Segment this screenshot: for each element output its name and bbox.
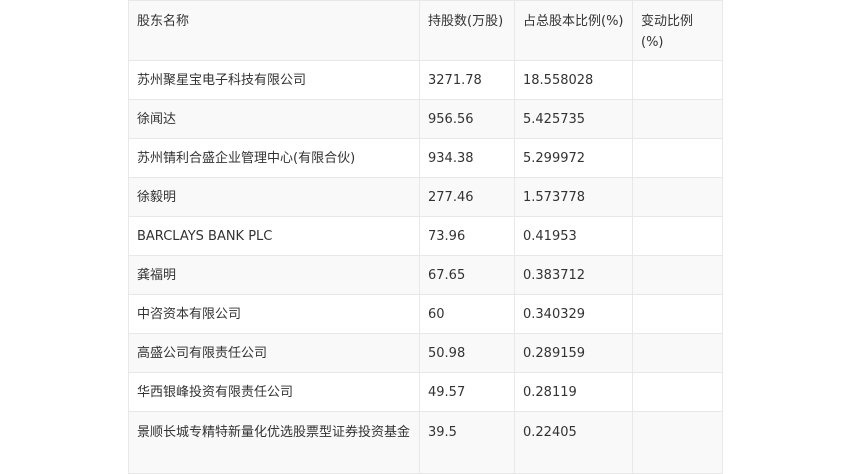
cell-shares-held: 277.46 [419,177,515,217]
cell-share-ratio: 5.299972 [514,138,633,178]
cell-shareholder-name: 徐闻达 [128,99,420,139]
cell-share-ratio: 0.289159 [514,333,633,373]
cell-change-ratio [632,216,723,256]
cell-shares-held: 3271.78 [419,60,515,100]
cell-shareholder-name: 景顺长城专精特新量化优选股票型证券投资基金 [128,411,420,474]
cell-change-ratio [632,138,723,178]
cell-shareholder-name: 龚福明 [128,255,420,295]
table-row: 徐闻达 956.56 5.425735 [128,99,723,139]
cell-shares-held: 50.98 [419,333,515,373]
header-shares-held: 持股数(万股) [419,0,515,61]
table-row: 高盛公司有限责任公司 50.98 0.289159 [128,333,723,373]
table-row: 龚福明 67.65 0.383712 [128,255,723,295]
table-row: 苏州锖利合盛企业管理中心(有限合伙) 934.38 5.299972 [128,138,723,178]
cell-shareholder-name: 中咨资本有限公司 [128,294,420,334]
cell-shareholder-name: 高盛公司有限责任公司 [128,333,420,373]
cell-change-ratio [632,177,723,217]
cell-shareholder-name: 徐毅明 [128,177,420,217]
cell-shares-held: 73.96 [419,216,515,256]
table-row: 苏州聚星宝电子科技有限公司 3271.78 18.558028 [128,60,723,100]
table-row: BARCLAYS BANK PLC 73.96 0.41953 [128,216,723,256]
cell-change-ratio [632,294,723,334]
cell-shareholder-name: 苏州聚星宝电子科技有限公司 [128,60,420,100]
cell-change-ratio [632,372,723,412]
cell-shares-held: 934.38 [419,138,515,178]
cell-share-ratio: 0.383712 [514,255,633,295]
header-share-ratio: 占总股本比例(%) [514,0,633,61]
cell-shares-held: 49.57 [419,372,515,412]
cell-change-ratio [632,60,723,100]
table-row: 徐毅明 277.46 1.573778 [128,177,723,217]
table-header-row: 股东名称 持股数(万股) 占总股本比例(%) 变动比例(%) [128,0,723,61]
table-row: 华西银峰投资有限责任公司 49.57 0.28119 [128,372,723,412]
header-change-ratio: 变动比例(%) [632,0,723,61]
cell-shares-held: 67.65 [419,255,515,295]
cell-share-ratio: 0.22405 [514,411,633,474]
cell-shareholder-name: 华西银峰投资有限责任公司 [128,372,420,412]
cell-change-ratio [632,99,723,139]
shareholder-table-container: 股东名称 持股数(万股) 占总股本比例(%) 变动比例(%) 苏州聚星宝电子科技… [128,0,723,474]
shareholder-table: 股东名称 持股数(万股) 占总股本比例(%) 变动比例(%) 苏州聚星宝电子科技… [128,0,723,474]
cell-shares-held: 60 [419,294,515,334]
cell-share-ratio: 5.425735 [514,99,633,139]
cell-change-ratio [632,411,723,474]
cell-shares-held: 39.5 [419,411,515,474]
cell-shareholder-name: 苏州锖利合盛企业管理中心(有限合伙) [128,138,420,178]
cell-share-ratio: 0.41953 [514,216,633,256]
cell-change-ratio [632,333,723,373]
table-row: 中咨资本有限公司 60 0.340329 [128,294,723,334]
cell-share-ratio: 0.28119 [514,372,633,412]
header-shareholder-name: 股东名称 [128,0,420,61]
cell-share-ratio: 1.573778 [514,177,633,217]
table-row: 景顺长城专精特新量化优选股票型证券投资基金 39.5 0.22405 [128,411,723,474]
cell-change-ratio [632,255,723,295]
cell-shares-held: 956.56 [419,99,515,139]
cell-share-ratio: 18.558028 [514,60,633,100]
cell-shareholder-name: BARCLAYS BANK PLC [128,216,420,256]
cell-share-ratio: 0.340329 [514,294,633,334]
